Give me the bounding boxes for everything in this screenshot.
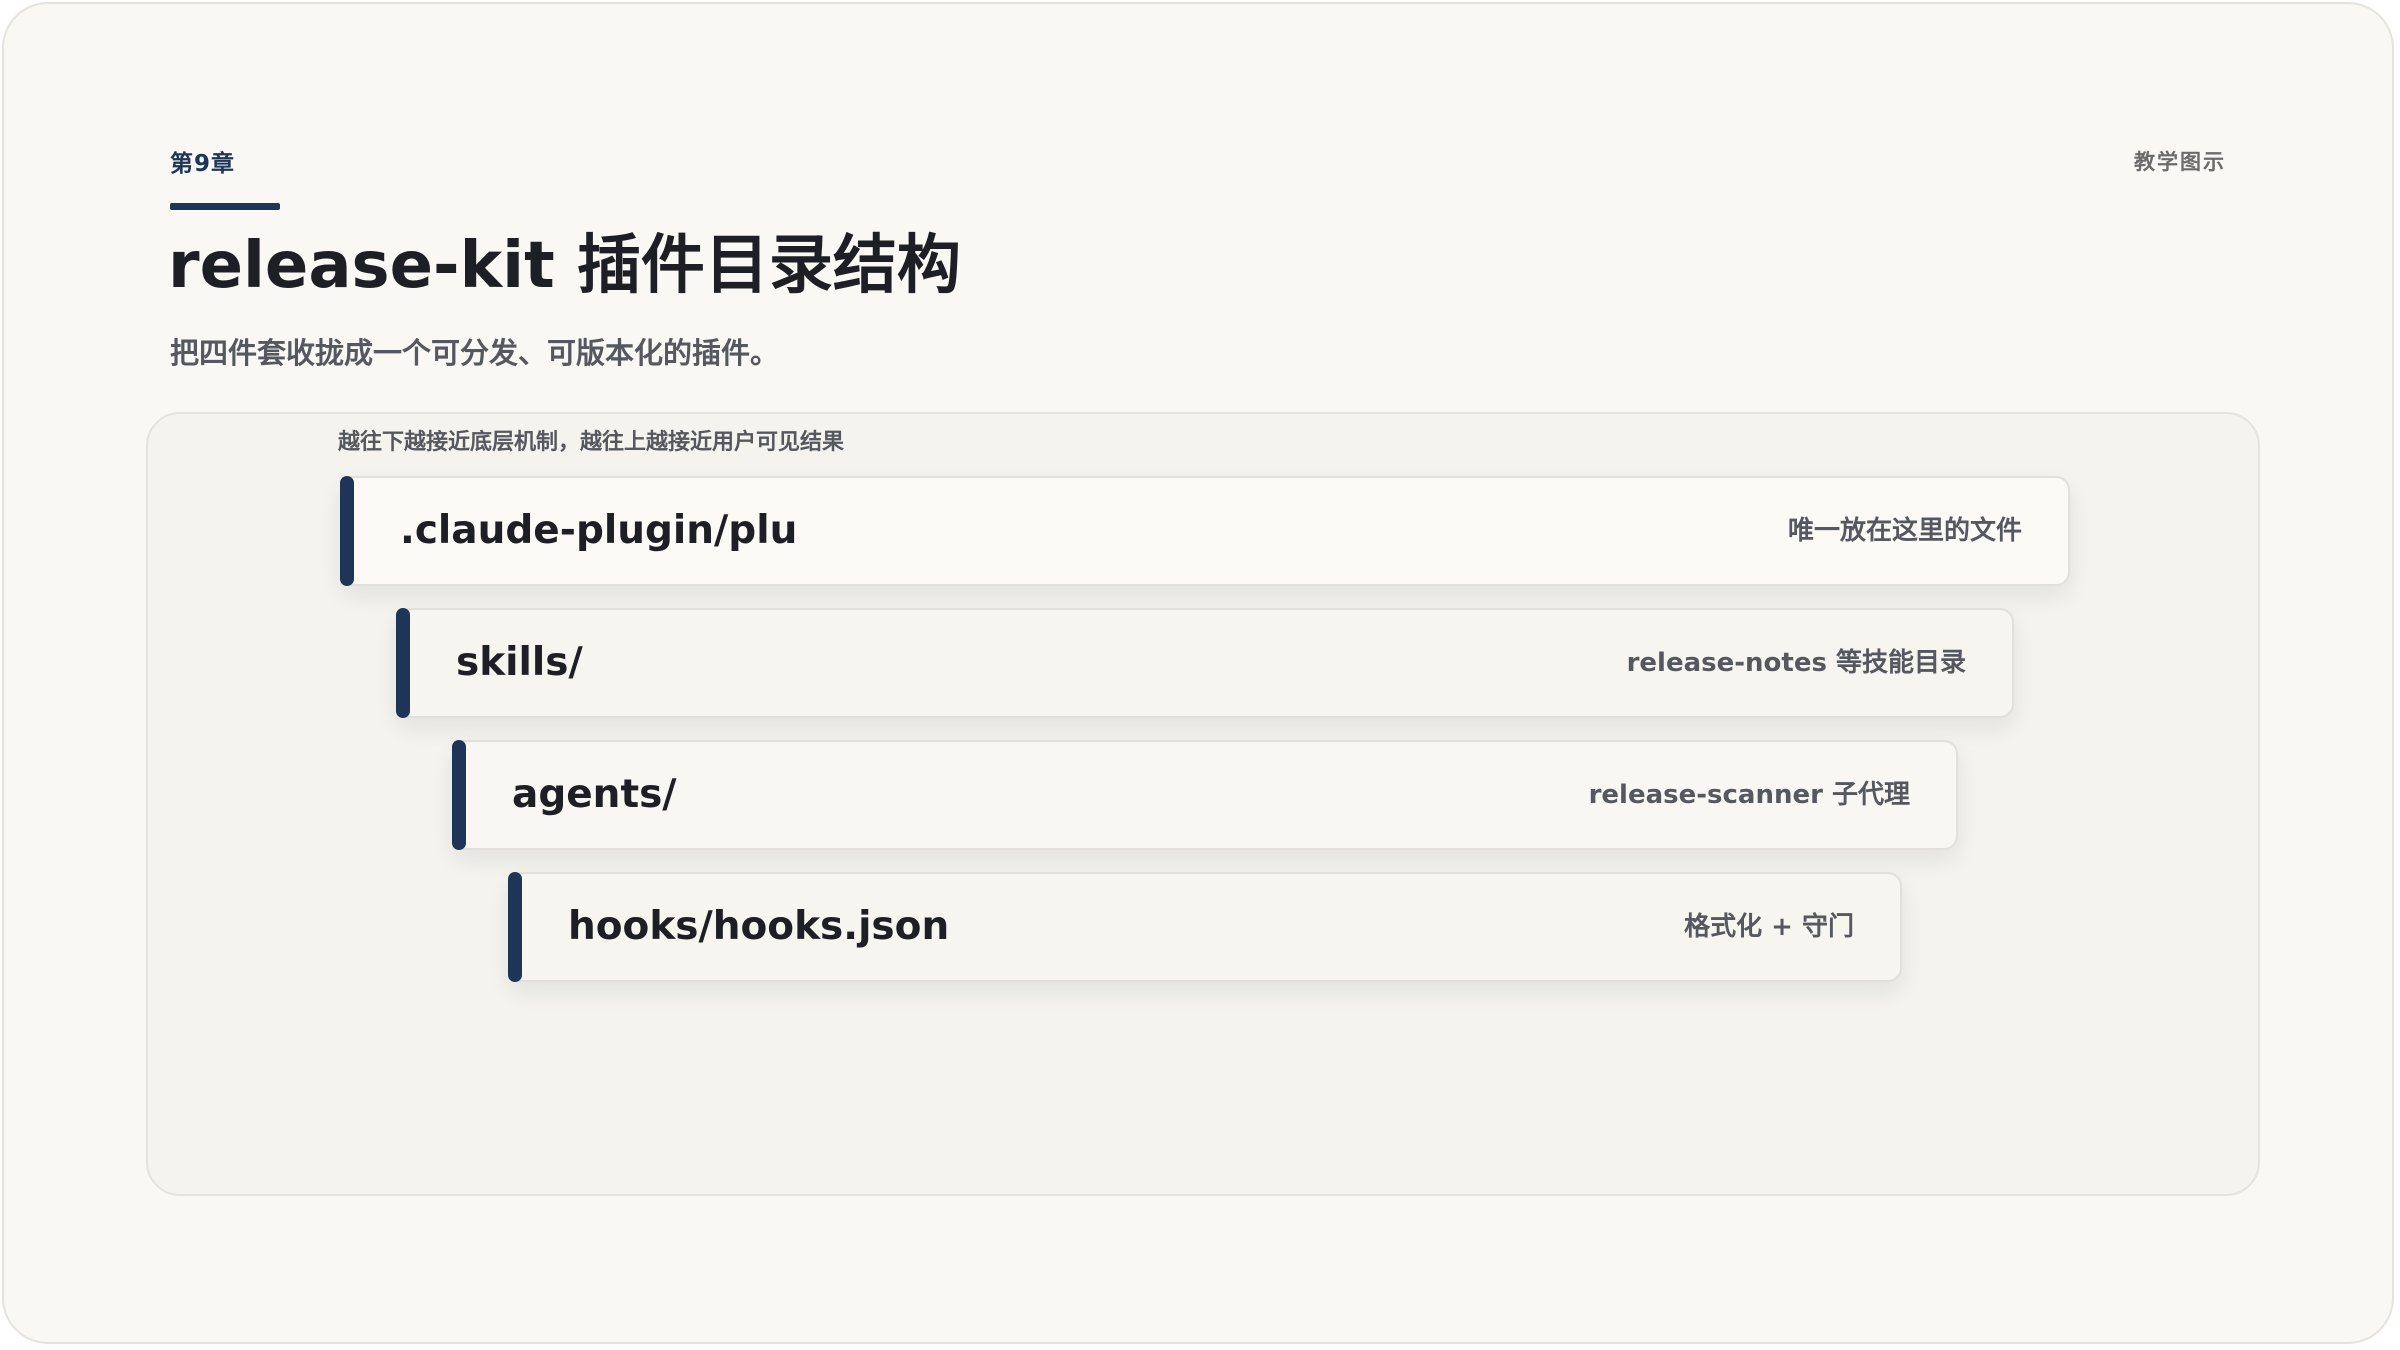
layer-claude-plugin: .claude-plugin/plu 唯一放在这里的文件 (340, 476, 2070, 586)
layer-description: 唯一放在这里的文件 (1787, 516, 2022, 546)
title-accent-bar (170, 203, 280, 210)
layer-agents: agents/ release-scanner 子代理 (452, 740, 1958, 850)
layer-name: .claude-plugin/plu (400, 508, 798, 553)
layer-skills: skills/ release-notes 等技能目录 (396, 608, 2014, 718)
diagram-note: 越往下越接近底层机制，越往上越接近用户可见结果 (338, 430, 845, 455)
slide: 第9章 教学图示 release-kit 插件目录结构 把四件套收拢成一个可分发… (2, 2, 2394, 1344)
layer-name: hooks/hooks.json (568, 904, 950, 949)
figure-type-label: 教学图示 (2134, 150, 2226, 174)
chapter-label: 第9章 (170, 151, 236, 177)
layer-description: release-scanner 子代理 (1588, 780, 1910, 810)
layer-name: skills/ (456, 640, 583, 685)
page-subtitle: 把四件套收拢成一个可分发、可版本化的插件。 (170, 336, 780, 370)
page-title: release-kit 插件目录结构 (168, 229, 961, 303)
layer-hooks: hooks/hooks.json 格式化 + 守门 (508, 872, 1902, 982)
layer-description: 格式化 + 守门 (1684, 912, 1854, 942)
layer-accent-stripe (396, 608, 410, 718)
layer-name: agents/ (512, 772, 677, 817)
layer-accent-stripe (340, 476, 354, 586)
layer-accent-stripe (508, 872, 522, 982)
layer-accent-stripe (452, 740, 466, 850)
layer-description: release-notes 等技能目录 (1626, 648, 1966, 678)
